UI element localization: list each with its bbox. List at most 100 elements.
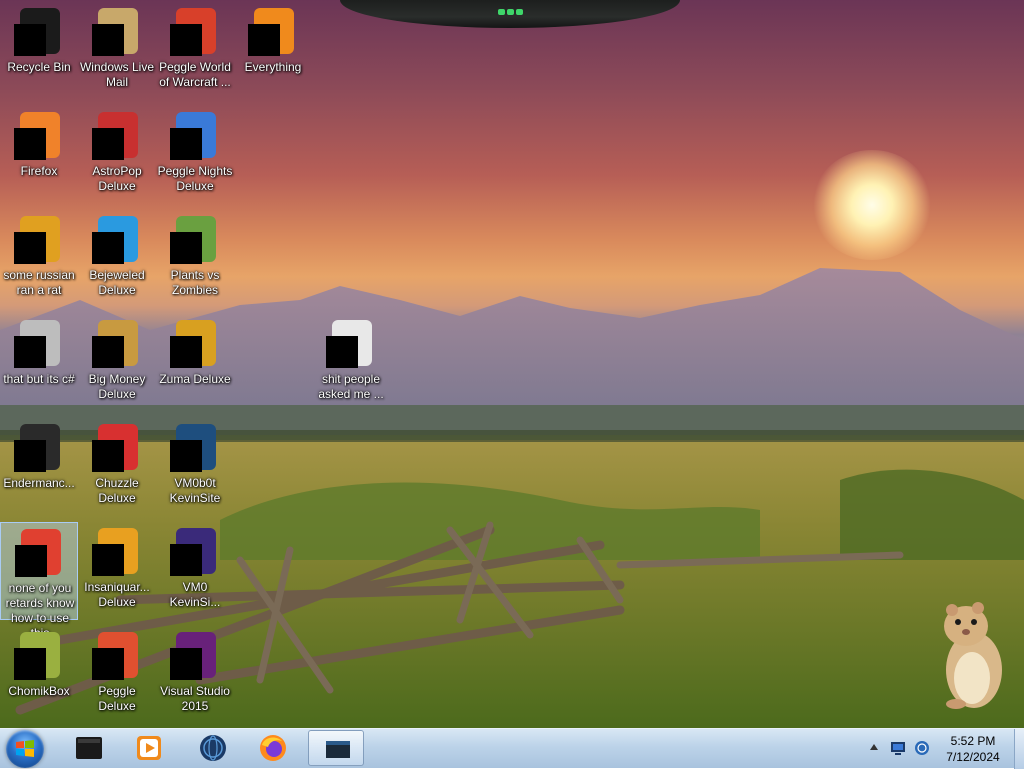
desktop-icon-label: Peggle World of Warcraft ... xyxy=(159,60,231,89)
desktop-icon-label: shit people asked me ... xyxy=(318,372,384,401)
visual-studio-icon xyxy=(170,632,220,682)
rat-program-icon xyxy=(14,216,64,266)
desktop-icon-label: Firefox xyxy=(20,164,58,178)
desktop-icon-label: Chuzzle Deluxe xyxy=(95,476,139,505)
desktop-icon[interactable]: Bejeweled Deluxe xyxy=(78,210,156,308)
redaction-box xyxy=(14,232,46,264)
desktop-icon[interactable]: Peggle Nights Deluxe xyxy=(156,106,234,204)
desktop-icon[interactable]: that but its c# xyxy=(0,314,78,412)
taskbar-button-media-player[interactable] xyxy=(120,730,176,766)
redaction-box xyxy=(170,232,202,264)
status-led xyxy=(507,9,514,15)
desktop-icon-label: VM0 KevinSi... xyxy=(169,580,221,609)
desktop-icon-label: Visual Studio 2015 xyxy=(160,684,230,713)
redaction-box xyxy=(170,336,202,368)
desktop-icon[interactable]: Endermanc... xyxy=(0,418,78,516)
windows-start-icon xyxy=(16,740,34,757)
redaction-box xyxy=(14,24,46,56)
astropop-icon xyxy=(92,112,142,162)
desktop-icon[interactable]: Plants vs Zombies xyxy=(156,210,234,308)
desktop-icon-label: Endermanc... xyxy=(3,476,75,490)
taskbar: 5:52 PM 7/12/2024 xyxy=(0,728,1024,769)
desktop-icon[interactable]: Big Money Deluxe xyxy=(78,314,156,412)
desktop-icon[interactable]: Chuzzle Deluxe xyxy=(78,418,156,516)
monitor-icon[interactable] xyxy=(890,740,906,756)
desktop-icon[interactable]: Recycle Bin xyxy=(0,2,78,100)
redaction-box xyxy=(248,24,280,56)
everything-icon xyxy=(248,8,298,58)
desktop-icon-label: Big Money Deluxe xyxy=(88,372,146,401)
firefox-icon xyxy=(260,735,286,761)
desktop-icon-label: Zuma Deluxe xyxy=(159,372,231,386)
redaction-box xyxy=(326,336,358,368)
desktop-icon[interactable]: Zuma Deluxe xyxy=(156,314,234,412)
desktop-icon-label: Windows Live Mail xyxy=(79,60,155,89)
start-button[interactable] xyxy=(6,730,44,768)
zuma-icon xyxy=(170,320,220,370)
desktop-icon[interactable]: Visual Studio 2015 xyxy=(156,626,234,724)
endermanch-icon xyxy=(14,424,64,474)
hamster-desktop-pet[interactable] xyxy=(936,600,1006,710)
desktop-icon[interactable]: Peggle Deluxe xyxy=(78,626,156,724)
terminal-icon xyxy=(76,737,102,759)
taskbar-button-firefox[interactable] xyxy=(244,730,300,766)
chuzzle-icon xyxy=(92,424,142,474)
show-desktop-button[interactable] xyxy=(1014,729,1024,769)
redaction-box xyxy=(170,440,202,472)
desktop-icon[interactable]: Firefox xyxy=(0,106,78,204)
redaction-box xyxy=(14,128,46,160)
taskbar-button-globe[interactable] xyxy=(184,730,240,766)
desktop-icon[interactable]: Windows Live Mail xyxy=(78,2,156,100)
redaction-box xyxy=(170,24,202,56)
redaction-box xyxy=(92,544,124,576)
desktop-icon[interactable]: VM0b0t KevinSite xyxy=(156,418,234,516)
desktop-icon-label: Peggle Nights Deluxe xyxy=(157,164,233,193)
desktop-icon[interactable]: shit people asked me ... xyxy=(312,314,390,412)
redaction-box xyxy=(170,648,202,680)
clock-time: 5:52 PM xyxy=(950,734,996,748)
desktop-icon-label: Peggle Deluxe xyxy=(98,684,136,713)
plants-vs-zombies-icon xyxy=(170,216,220,266)
desktop-icon[interactable]: Everything xyxy=(234,2,312,100)
firefox-icon xyxy=(14,112,64,162)
window-icon xyxy=(326,741,350,758)
desktop-icon-label: that but its c# xyxy=(3,372,75,386)
desktop-icon[interactable]: Peggle World of Warcraft ... xyxy=(156,2,234,100)
media-player-icon xyxy=(137,736,161,760)
recycle-bin-icon xyxy=(14,8,64,58)
redaction-box xyxy=(92,232,124,264)
clock[interactable]: 5:52 PM 7/12/2024 xyxy=(930,733,1016,765)
redaction-box xyxy=(92,648,124,680)
desktop-icon[interactable]: AstroPop Deluxe xyxy=(78,106,156,204)
desktop-icon[interactable]: VM0 KevinSi... xyxy=(156,522,234,620)
status-led xyxy=(516,9,523,15)
desktop-icon[interactable]: some russian ran a rat xyxy=(0,210,78,308)
redaction-box xyxy=(92,336,124,368)
globe-icon xyxy=(200,735,226,761)
peggle-nights-icon xyxy=(170,112,220,162)
desktop-icon-label: VM0b0t KevinSite xyxy=(169,476,221,505)
taskbar-button-terminal[interactable] xyxy=(60,730,116,766)
desktop-icon[interactable]: none of you retards know how to use this xyxy=(0,522,78,640)
status-led xyxy=(498,9,505,15)
desktop-icon-label: Plants vs Zombies xyxy=(170,268,220,297)
desktop-icon[interactable]: Insaniquar... Deluxe xyxy=(78,522,156,620)
redaction-box xyxy=(170,128,202,160)
desktop-icon-label: Insaniquar... Deluxe xyxy=(84,580,150,609)
desktop-icon-label: ChomikBox xyxy=(8,684,70,698)
redaction-box xyxy=(14,440,46,472)
folder-icon xyxy=(326,320,376,370)
taskbar-button-window[interactable] xyxy=(308,730,364,766)
big-money-icon xyxy=(92,320,142,370)
peggle-deluxe-icon xyxy=(92,632,142,682)
vm-purple-icon xyxy=(170,528,220,578)
stacked-windows-icon xyxy=(14,320,64,370)
desktop-icon-label: Everything xyxy=(244,60,302,74)
redaction-box xyxy=(92,24,124,56)
chomikbox-icon xyxy=(14,632,64,682)
vm-window-icon xyxy=(170,424,220,474)
show-hidden-icons-arrow[interactable] xyxy=(870,744,878,750)
redaction-box xyxy=(14,648,46,680)
network-icon[interactable] xyxy=(914,740,930,756)
desktop-icon[interactable]: ChomikBox xyxy=(0,626,78,724)
